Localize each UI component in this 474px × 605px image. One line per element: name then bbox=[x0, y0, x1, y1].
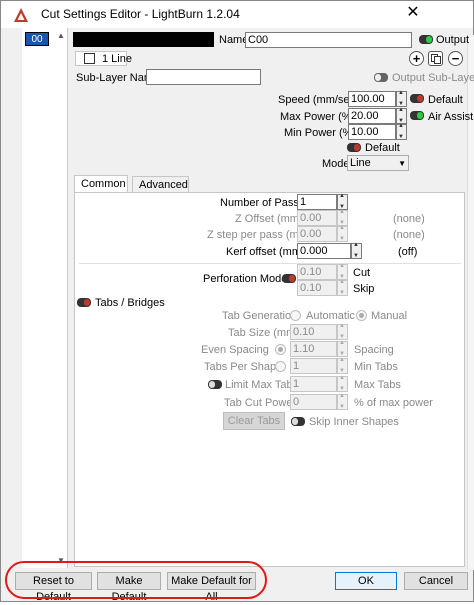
name-label: Name bbox=[219, 34, 249, 46]
tab-size-spinner[interactable] bbox=[337, 323, 348, 340]
clear-tabs-button[interactable]: Clear Tabs bbox=[223, 412, 285, 430]
spacing-label: Spacing bbox=[354, 344, 394, 356]
max-tabs-field[interactable]: 1 bbox=[290, 376, 337, 392]
z-offset-field[interactable]: 0.00 bbox=[297, 210, 337, 226]
mode-select[interactable]: Line ▼ bbox=[347, 155, 409, 171]
z-step-spinner[interactable] bbox=[337, 225, 348, 242]
even-spacing-label: Even Spacing bbox=[201, 344, 269, 356]
tab-generation-label: Tab Generation bbox=[222, 310, 298, 322]
kerf-label: Kerf offset (mm) bbox=[226, 246, 305, 258]
power-default-label: Default bbox=[365, 142, 400, 154]
kerf-note: (off) bbox=[398, 246, 418, 258]
tabs-bridges-label: Tabs / Bridges bbox=[95, 297, 165, 309]
z-step-note: (none) bbox=[393, 229, 425, 241]
cancel-button[interactable]: Cancel bbox=[404, 572, 468, 590]
skip-inner-shapes-toggle[interactable] bbox=[291, 417, 305, 426]
perf-cut-field[interactable]: 0.10 bbox=[297, 264, 337, 280]
air-assist-label: Air Assist bbox=[428, 111, 474, 123]
speed-label: Speed (mm/sec) bbox=[278, 94, 359, 106]
mode-label: Mode bbox=[322, 158, 350, 170]
tab-cut-power-spinner[interactable] bbox=[337, 393, 348, 410]
even-spacing-field[interactable]: 1.10 bbox=[290, 341, 337, 357]
min-power-label: Min Power (%) bbox=[284, 127, 357, 139]
passes-spinner[interactable] bbox=[337, 193, 348, 210]
speed-field[interactable]: 100.00 bbox=[348, 91, 396, 107]
layer-color-swatch bbox=[73, 32, 214, 47]
tabs-per-shape-spinner[interactable] bbox=[337, 357, 348, 374]
perf-skip-label: Skip bbox=[353, 283, 375, 295]
min-power-spinner[interactable] bbox=[396, 123, 407, 140]
perf-skip-field[interactable]: 0.10 bbox=[297, 280, 337, 296]
z-step-field[interactable]: 0.00 bbox=[297, 226, 337, 242]
output-label: Output bbox=[436, 34, 470, 46]
even-spacing-radio[interactable] bbox=[275, 344, 286, 355]
power-default-toggle[interactable] bbox=[347, 143, 361, 152]
layer-chip-selected[interactable]: 00 bbox=[25, 32, 49, 46]
close-icon[interactable]: ✕ bbox=[403, 3, 423, 23]
even-spacing-spinner[interactable] bbox=[337, 340, 348, 357]
air-assist-toggle[interactable] bbox=[410, 111, 424, 120]
min-power-field[interactable]: 10.00 bbox=[348, 124, 396, 140]
cut-power-unit: % of max power bbox=[354, 397, 433, 409]
tabs-per-shape-field[interactable]: 1 bbox=[290, 358, 337, 374]
mode-value: Line bbox=[350, 157, 371, 169]
max-power-field[interactable]: 20.00 bbox=[348, 108, 396, 124]
scroll-up-icon[interactable]: ▲ bbox=[57, 31, 65, 40]
perforation-label: Perforation Mode bbox=[203, 273, 288, 285]
tab-cut-power-label: Tab Cut Power bbox=[224, 397, 297, 409]
lightburn-logo-icon bbox=[14, 8, 28, 22]
kerf-field[interactable]: 0.000 bbox=[297, 243, 351, 259]
z-offset-note: (none) bbox=[393, 213, 425, 225]
manual-radio[interactable] bbox=[356, 310, 367, 321]
max-tabs-spinner[interactable] bbox=[337, 375, 348, 392]
limit-max-tabs-toggle[interactable] bbox=[208, 380, 222, 389]
max-power-label: Max Power (%) bbox=[280, 111, 356, 123]
perforation-toggle[interactable] bbox=[282, 274, 296, 283]
layer-list-scrollbar[interactable]: ▲ ▼ bbox=[56, 31, 67, 565]
limit-max-tabs-label: Limit Max Tabs bbox=[225, 379, 299, 391]
skip-inner-shapes-label: Skip Inner Shapes bbox=[309, 416, 399, 428]
cut-settings-window: Cut Settings Editor - LightBurn 1.2.04 ✕… bbox=[0, 0, 474, 603]
tabs-bridges-toggle[interactable] bbox=[77, 298, 91, 307]
title-bar: Cut Settings Editor - LightBurn 1.2.04 ✕ bbox=[1, 1, 473, 28]
sublayer-name-field[interactable] bbox=[146, 69, 261, 85]
z-step-label: Z step per pass (mm) bbox=[207, 229, 312, 241]
line-checkbox[interactable] bbox=[84, 53, 95, 64]
name-field[interactable]: C00 bbox=[245, 32, 412, 48]
chevron-down-icon: ▼ bbox=[398, 159, 406, 168]
tab-size-field[interactable]: 0.10 bbox=[290, 324, 337, 340]
perf-cut-spinner[interactable] bbox=[337, 263, 348, 280]
add-sublayer-icon[interactable]: + bbox=[409, 51, 424, 66]
duplicate-sublayer-icon[interactable] bbox=[428, 51, 443, 66]
tab-size-label: Tab Size (mm) bbox=[228, 327, 299, 339]
tabs-per-shape-radio[interactable] bbox=[275, 361, 286, 372]
output-sublayer-label: Output Sub-Layer bbox=[392, 72, 474, 84]
line-tab-label: 1 Line bbox=[102, 53, 132, 65]
output-toggle[interactable] bbox=[419, 35, 433, 44]
perf-skip-spinner[interactable] bbox=[337, 279, 348, 296]
tab-cut-power-field[interactable]: 0 bbox=[290, 394, 337, 410]
tab-1-line[interactable]: 1 Line bbox=[75, 51, 132, 66]
manual-label: Manual bbox=[371, 310, 408, 322]
tabs-per-shape-label: Tabs Per Shape bbox=[204, 361, 283, 373]
z-offset-spinner[interactable] bbox=[337, 209, 348, 226]
max-power-spinner[interactable] bbox=[396, 107, 407, 124]
z-offset-label: Z Offset (mm) bbox=[235, 213, 303, 225]
perf-cut-label: Cut bbox=[353, 267, 371, 279]
speed-default-label: Default bbox=[428, 94, 463, 106]
max-tabs-label: Max Tabs bbox=[354, 379, 401, 391]
window-title: Cut Settings Editor - LightBurn 1.2.04 bbox=[41, 7, 240, 21]
kerf-spinner[interactable] bbox=[351, 242, 362, 259]
min-tabs-label: Min Tabs bbox=[354, 361, 398, 373]
remove-sublayer-icon[interactable]: − bbox=[448, 51, 463, 66]
output-sublayer-toggle[interactable] bbox=[374, 73, 388, 82]
speed-spinner[interactable] bbox=[396, 90, 407, 107]
speed-default-toggle[interactable] bbox=[410, 94, 424, 103]
automatic-radio[interactable] bbox=[290, 310, 301, 321]
automatic-label: Automatic bbox=[306, 310, 355, 322]
highlight-annotation bbox=[5, 561, 267, 599]
divider bbox=[79, 263, 461, 264]
ok-button[interactable]: OK bbox=[335, 572, 397, 590]
passes-field[interactable]: 1 bbox=[297, 194, 337, 210]
